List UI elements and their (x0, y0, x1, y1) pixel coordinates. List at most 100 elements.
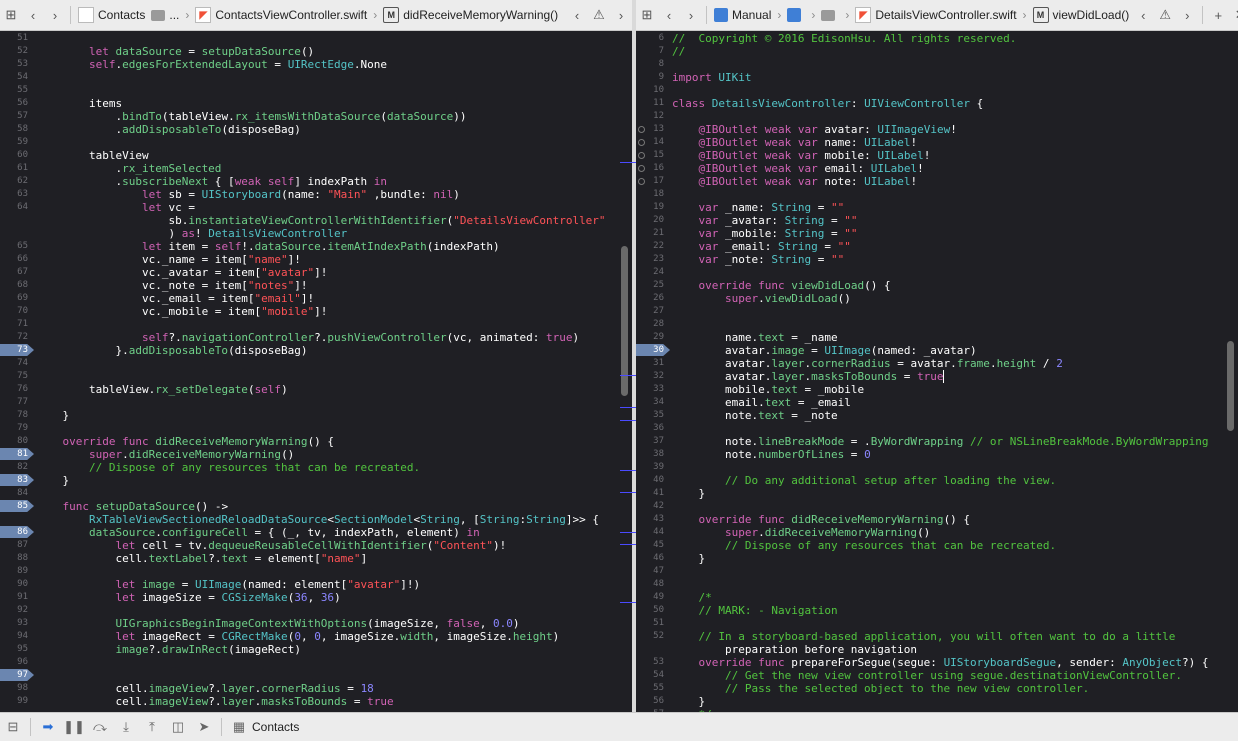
left-code-line[interactable]: 71 (0, 318, 632, 331)
left-code-line[interactable]: 98 cell.imageView?.layer.cornerRadius = … (0, 682, 632, 695)
left-code-line[interactable]: 65 let item = self!.dataSource.itemAtInd… (0, 240, 632, 253)
right-code-line[interactable]: 52 // In a storyboard-based application,… (636, 630, 1238, 643)
right-code-line[interactable]: 16 @IBOutlet weak var email: UILabel! (636, 162, 1238, 175)
left-code-line[interactable]: 58 .addDisposableTo(disposeBag) (0, 123, 632, 136)
left-code-line[interactable]: 75 (0, 370, 632, 383)
left-code-line[interactable]: 53 self.edgesForExtendedLayout = UIRectE… (0, 58, 632, 71)
breadcrumb-project[interactable]: Contacts (75, 7, 148, 23)
right-code-line[interactable]: 43 override func didReceiveMemoryWarning… (636, 513, 1238, 526)
back-arrow-icon[interactable]: ‹ (22, 4, 44, 26)
right-code-line[interactable]: 49 /* (636, 591, 1238, 604)
left-code-line[interactable]: 88 cell.textLabel?.text = element["name"… (0, 552, 632, 565)
left-code-line[interactable]: RxTableViewSectionedReloadDataSource<Sec… (0, 513, 632, 526)
right-code-line[interactable]: preparation before navigation (636, 643, 1238, 656)
left-code-line[interactable]: sb.instantiateViewControllerWithIdentifi… (0, 214, 632, 227)
left-code-line[interactable]: 56 items (0, 97, 632, 110)
left-source-editor[interactable]: 51 52 let dataSource = setupDataSource() 5… (0, 31, 632, 712)
right-code-line[interactable]: 9 import UIKit (636, 71, 1238, 84)
right-code-line[interactable]: 30 avatar.image = UIImage(named: _avatar… (636, 344, 1238, 357)
right-code-line[interactable]: 47 (636, 565, 1238, 578)
right-code-line[interactable]: 39 (636, 461, 1238, 474)
breadcrumb-manual[interactable]: Manual (711, 8, 774, 22)
breadcrumb-folder[interactable] (818, 9, 842, 21)
left-code-line[interactable]: 62 .subscribeNext { [weak self] indexPat… (0, 175, 632, 188)
left-code-line[interactable]: 90 let image = UIImage(named: element["a… (0, 578, 632, 591)
left-code-line[interactable]: 68 vc._note = item["notes"]! (0, 279, 632, 292)
right-code-line[interactable]: 25 override func viewDidLoad() { (636, 279, 1238, 292)
left-code-line[interactable]: 93 UIGraphicsBeginImageContextWithOption… (0, 617, 632, 630)
left-code-line[interactable]: 59 (0, 136, 632, 149)
step-out-icon[interactable]: ⤒ (139, 716, 165, 738)
right-code-line[interactable]: 21 var _mobile: String = "" (636, 227, 1238, 240)
right-code-line[interactable]: 32 avatar.layer.masksToBounds = true (636, 370, 1238, 383)
left-code-line[interactable]: 66 vc._name = item["name"]! (0, 253, 632, 266)
previous-issue-icon[interactable]: ‹ (1132, 4, 1154, 26)
left-code-line[interactable]: 97 (0, 669, 632, 682)
forward-arrow-icon[interactable]: › (680, 4, 702, 26)
breadcrumb-group[interactable]: ... (148, 8, 182, 22)
left-code-line[interactable]: 77 (0, 396, 632, 409)
left-code-line[interactable]: 96 (0, 656, 632, 669)
previous-issue-icon[interactable]: ‹ (566, 4, 588, 26)
warning-icon[interactable]: ⚠ (1154, 4, 1176, 26)
right-code-line[interactable]: 18 (636, 188, 1238, 201)
left-code-line[interactable]: 55 (0, 84, 632, 97)
left-code-line[interactable]: 64 let vc = (0, 201, 632, 214)
right-code-line[interactable]: 19 var _name: String = "" (636, 201, 1238, 214)
hide-debug-area-icon[interactable]: ⊟ (0, 716, 26, 738)
left-code-line[interactable]: 52 let dataSource = setupDataSource() (0, 45, 632, 58)
right-code-line[interactable]: 22 var _email: String = "" (636, 240, 1238, 253)
left-code-line[interactable]: 67 vc._avatar = item["avatar"]! (0, 266, 632, 279)
right-code-line[interactable]: 38 note.numberOfLines = 0 (636, 448, 1238, 461)
right-code-line[interactable]: 54 // Get the new view controller using … (636, 669, 1238, 682)
right-code-line[interactable]: 27 (636, 305, 1238, 318)
right-code-line[interactable]: 55 // Pass the selected object to the ne… (636, 682, 1238, 695)
breadcrumb-file[interactable]: ◤ ContactsViewController.swift (192, 7, 370, 23)
forward-arrow-icon[interactable]: › (44, 4, 66, 26)
right-code-line[interactable]: 51 (636, 617, 1238, 630)
right-code-line[interactable]: 24 (636, 266, 1238, 279)
left-code-line[interactable]: 61 .rx_itemSelected (0, 162, 632, 175)
left-code-line[interactable]: 78 } (0, 409, 632, 422)
right-code-line[interactable]: 48 (636, 578, 1238, 591)
left-code-line[interactable]: 94 let imageRect = CGRectMake(0, 0, imag… (0, 630, 632, 643)
right-code-line[interactable]: 7 // (636, 45, 1238, 58)
next-issue-icon[interactable]: › (1176, 4, 1198, 26)
add-editor-icon[interactable]: + (1207, 4, 1229, 26)
right-code-line[interactable]: 41 } (636, 487, 1238, 500)
left-code-line[interactable]: 89 (0, 565, 632, 578)
right-code-line[interactable]: 14 @IBOutlet weak var name: UILabel! (636, 136, 1238, 149)
left-code-line[interactable]: 74 (0, 357, 632, 370)
left-code-line[interactable]: 51 (0, 32, 632, 45)
step-into-icon[interactable]: ⤓ (113, 716, 139, 738)
left-code-line[interactable]: 54 (0, 71, 632, 84)
breakpoints-toggle-icon[interactable]: ➡ (35, 716, 61, 738)
right-code-line[interactable]: 44 super.didReceiveMemoryWarning() (636, 526, 1238, 539)
right-scroll-thumb[interactable] (1227, 341, 1234, 431)
right-code-line[interactable]: 31 avatar.layer.cornerRadius = avatar.fr… (636, 357, 1238, 370)
right-code-line[interactable]: 13 @IBOutlet weak var avatar: UIImageVie… (636, 123, 1238, 136)
breadcrumb-project[interactable] (784, 8, 808, 22)
left-scroll-thumb[interactable] (621, 246, 628, 396)
view-debugger-icon[interactable]: ◫ (165, 716, 191, 738)
left-code-line[interactable]: 92 (0, 604, 632, 617)
breadcrumb-method[interactable]: M viewDidLoad() (1030, 7, 1133, 23)
right-source-editor[interactable]: 6 // Copyright © 2016 EdisonHsu. All righ… (636, 31, 1238, 712)
right-code-line[interactable]: 45 // Dispose of any resources that can … (636, 539, 1238, 552)
right-code-line[interactable]: 37 note.lineBreakMode = .ByWordWrapping … (636, 435, 1238, 448)
left-code-line[interactable]: 76 tableView.rx_setDelegate(self) (0, 383, 632, 396)
left-code-line[interactable]: 81 super.didReceiveMemoryWarning() (0, 448, 632, 461)
pause-icon[interactable]: ❚❚ (61, 716, 87, 738)
right-code-line[interactable]: 35 note.text = _note (636, 409, 1238, 422)
left-code-line[interactable]: 63 let sb = UIStoryboard(name: "Main" ,b… (0, 188, 632, 201)
left-code-line[interactable]: 57 .bindTo(tableView.rx_itemsWithDataSou… (0, 110, 632, 123)
right-code-line[interactable]: 26 super.viewDidLoad() (636, 292, 1238, 305)
left-code-line[interactable]: 69 vc._email = item["email"]! (0, 292, 632, 305)
right-code-line[interactable]: 17 @IBOutlet weak var note: UILabel! (636, 175, 1238, 188)
debug-target-label[interactable]: Contacts (252, 720, 299, 734)
left-code-line[interactable]: 72 self?.navigationController?.pushViewC… (0, 331, 632, 344)
left-code-line[interactable]: 82 // Dispose of any resources that can … (0, 461, 632, 474)
right-code-line[interactable]: 29 name.text = _name (636, 331, 1238, 344)
left-code-line[interactable]: 60 tableView (0, 149, 632, 162)
right-code-line[interactable]: 42 (636, 500, 1238, 513)
